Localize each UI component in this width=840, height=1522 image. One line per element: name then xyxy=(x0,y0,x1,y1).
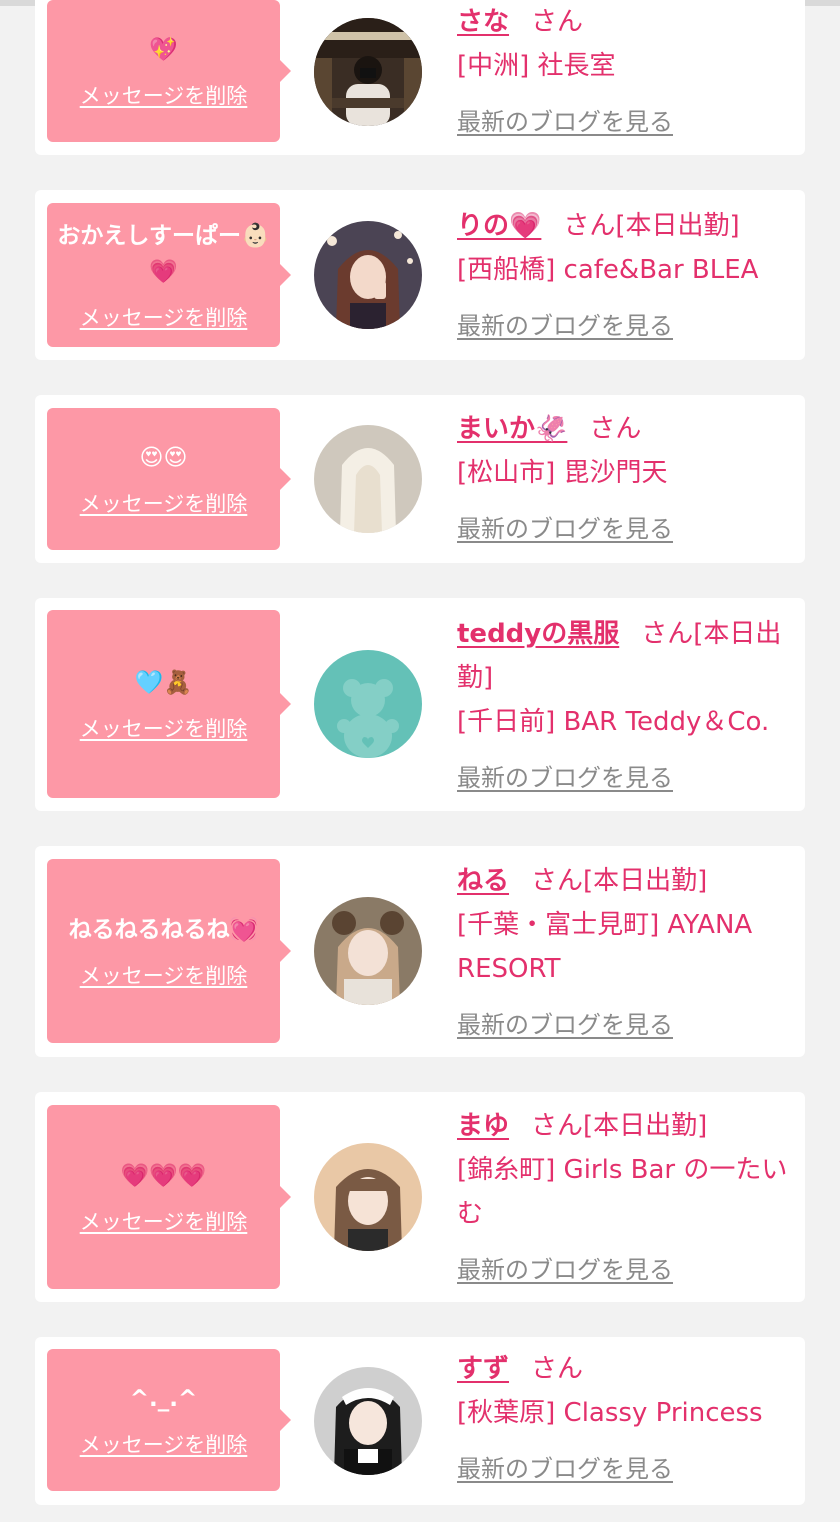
delete-message-link[interactable]: メッセージを削除 xyxy=(80,488,248,518)
message-bubble: 💖 メッセージを削除 xyxy=(47,0,291,142)
cast-info: teddyの黒服 さん[本日出勤] [千日前] BAR Teddy＆Co. 最新の… xyxy=(457,612,797,800)
cast-name-link[interactable]: すず xyxy=(457,1354,509,1384)
message-text: おかえしすーぱー👶🏻💗 xyxy=(57,223,270,285)
message-text: 😍😍 xyxy=(139,445,188,471)
message-card: 🩵🧸 メッセージを削除 teddyの黒服 さん[本日出勤] [千日前] BAR T… xyxy=(35,598,805,811)
message-card: 💗💗💗 メッセージを削除 まゆ さん[本日出勤] [錦糸町] Girls Bar … xyxy=(35,1092,805,1302)
shop-label: [錦糸町] Girls Bar の一たいむ xyxy=(457,1155,788,1229)
avatar[interactable] xyxy=(314,18,422,126)
message-card: ^._.^ メッセージを削除 すず さん [秋葉原] Classy Princes… xyxy=(35,1337,805,1505)
delete-message-link[interactable]: メッセージを削除 xyxy=(80,80,248,110)
cast-info: りの💗 さん[本日出勤] [西船橋] cafe&Bar BLEA 最新のブログを見… xyxy=(457,204,797,348)
honorific: さん xyxy=(531,7,584,37)
message-bubble: ^._.^ メッセージを削除 xyxy=(47,1349,291,1491)
delete-message-link[interactable]: メッセージを削除 xyxy=(80,713,248,743)
message-card: 💖 メッセージを削除 さな さん [中洲] 社長室 最新のブログを見る xyxy=(35,0,805,155)
avatar[interactable] xyxy=(314,425,422,533)
honorific: さん xyxy=(531,1354,584,1384)
message-bubble: ねるねるねるね💓 メッセージを削除 xyxy=(47,859,291,1043)
message-text: 🩵🧸 xyxy=(134,670,193,696)
status-badge: [本日出勤] xyxy=(615,211,740,241)
latest-blog-link[interactable]: 最新のブログを見る xyxy=(457,100,673,144)
message-text: 💖 xyxy=(149,37,178,63)
honorific: さん xyxy=(531,866,584,896)
shop-label: [中洲] 社長室 xyxy=(457,51,616,81)
message-card: おかえしすーぱー👶🏻💗 メッセージを削除 りの💗 さん[本日出勤] [西船橋] c… xyxy=(35,190,805,360)
honorific: さん xyxy=(563,211,616,241)
delete-message-link[interactable]: メッセージを削除 xyxy=(80,960,248,990)
message-text: ^._.^ xyxy=(129,1386,198,1412)
status-badge: [本日出勤] xyxy=(583,866,708,896)
honorific: さん xyxy=(641,619,694,649)
shop-label: [千葉・富士見町] AYANA RESORT xyxy=(457,910,753,984)
cast-info: まいか🦑 さん [松山市] 毘沙門天 最新のブログを見る xyxy=(457,407,797,551)
status-badge: [本日出勤] xyxy=(583,1111,708,1141)
delete-message-link[interactable]: メッセージを削除 xyxy=(80,302,248,332)
shop-label: [秋葉原] Classy Princess xyxy=(457,1398,763,1428)
shop-label: [松山市] 毘沙門天 xyxy=(457,458,668,488)
name-line: さな さん xyxy=(457,0,797,44)
name-line: りの💗 さん[本日出勤] xyxy=(457,204,797,248)
honorific: さん xyxy=(531,1111,584,1141)
name-line: すず さん xyxy=(457,1347,797,1391)
latest-blog-link[interactable]: 最新のブログを見る xyxy=(457,1447,673,1491)
message-card: 😍😍 メッセージを削除 まいか🦑 さん [松山市] 毘沙門天 最新のブログを見る xyxy=(35,395,805,563)
name-line: まいか🦑 さん xyxy=(457,407,797,451)
cast-info: さな さん [中洲] 社長室 最新のブログを見る xyxy=(457,0,797,144)
latest-blog-link[interactable]: 最新のブログを見る xyxy=(457,756,673,800)
avatar[interactable] xyxy=(314,221,422,329)
honorific: さん xyxy=(589,414,642,444)
avatar[interactable] xyxy=(314,897,422,1005)
message-card: ねるねるねるね💓 メッセージを削除 ねる さん[本日出勤] [千葉・富士見町] A… xyxy=(35,846,805,1057)
name-line: ねる さん[本日出勤] xyxy=(457,859,797,903)
name-line: teddyの黒服 さん[本日出勤] xyxy=(457,612,797,700)
shop-label: [西船橋] cafe&Bar BLEA xyxy=(457,255,759,285)
name-line: まゆ さん[本日出勤] xyxy=(457,1104,797,1148)
delete-message-link[interactable]: メッセージを削除 xyxy=(80,1206,248,1236)
message-text: 💗💗💗 xyxy=(120,1163,207,1189)
message-bubble: 🩵🧸 メッセージを削除 xyxy=(47,610,291,798)
delete-message-link[interactable]: メッセージを削除 xyxy=(80,1429,248,1459)
cast-info: すず さん [秋葉原] Classy Princess 最新のブログを見る xyxy=(457,1347,797,1491)
cast-name-link[interactable]: まゆ xyxy=(457,1111,509,1141)
cast-name-link[interactable]: まいか🦑 xyxy=(457,414,567,444)
message-bubble: おかえしすーぱー👶🏻💗 メッセージを削除 xyxy=(47,203,291,347)
cast-name-link[interactable]: teddyの黒服 xyxy=(457,619,619,649)
cast-info: ねる さん[本日出勤] [千葉・富士見町] AYANA RESORT 最新のブログ… xyxy=(457,859,797,1047)
latest-blog-link[interactable]: 最新のブログを見る xyxy=(457,1003,673,1047)
cast-name-link[interactable]: さな xyxy=(457,7,509,37)
shop-label: [千日前] BAR Teddy＆Co. xyxy=(457,707,770,737)
avatar[interactable] xyxy=(314,650,422,758)
latest-blog-link[interactable]: 最新のブログを見る xyxy=(457,507,673,551)
message-bubble: 💗💗💗 メッセージを削除 xyxy=(47,1105,291,1289)
message-bubble: 😍😍 メッセージを削除 xyxy=(47,408,291,550)
message-text: ねるねるねるね💓 xyxy=(68,917,259,943)
teddy-bear-icon xyxy=(314,650,422,758)
cast-name-link[interactable]: りの💗 xyxy=(457,211,541,241)
latest-blog-link[interactable]: 最新のブログを見る xyxy=(457,1248,673,1292)
cast-info: まゆ さん[本日出勤] [錦糸町] Girls Bar の一たいむ 最新のブログを… xyxy=(457,1104,797,1292)
avatar[interactable] xyxy=(314,1143,422,1251)
latest-blog-link[interactable]: 最新のブログを見る xyxy=(457,304,673,348)
avatar[interactable] xyxy=(314,1367,422,1475)
cast-name-link[interactable]: ねる xyxy=(457,866,509,896)
